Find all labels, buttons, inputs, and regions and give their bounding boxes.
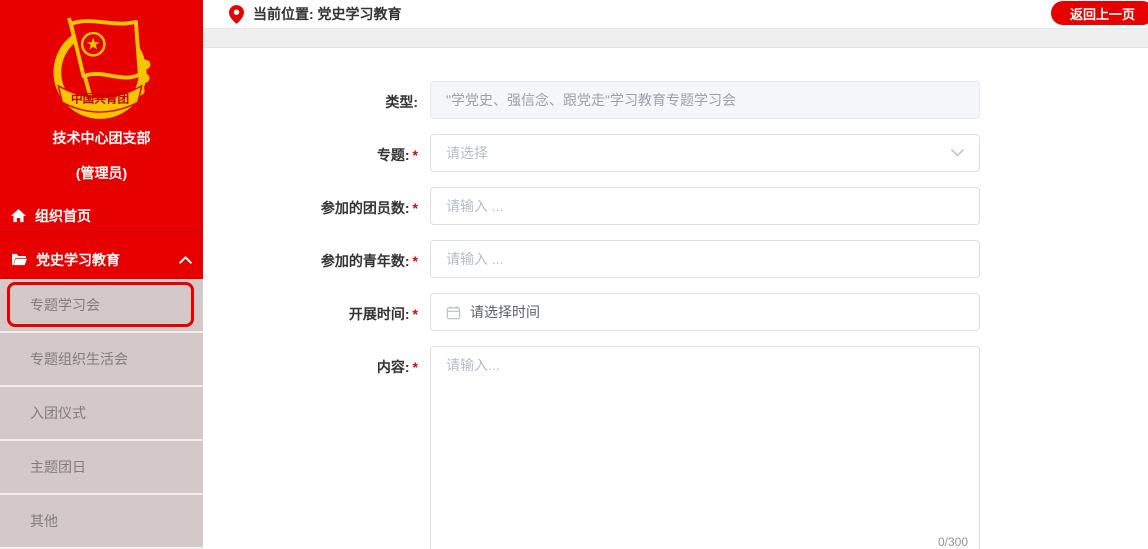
field-label: 内容:* bbox=[203, 346, 430, 377]
submenu-item-topic-study-meeting[interactable]: 专题学习会 bbox=[0, 279, 203, 333]
org-role: (管理员) bbox=[0, 163, 203, 183]
submenu-item-org-life-meeting[interactable]: 专题组织生活会 bbox=[0, 333, 203, 387]
league-emblem-logo: ★ 中国共青团 bbox=[0, 12, 203, 122]
youth-count-input[interactable] bbox=[430, 240, 980, 278]
sidebar-item-org-home[interactable]: 组织首页 bbox=[0, 201, 203, 231]
chevron-up-icon[interactable] bbox=[179, 256, 192, 264]
back-button[interactable]: 返回上一页 bbox=[1051, 1, 1148, 25]
required-marker: * bbox=[413, 200, 418, 216]
field-label: 类型: bbox=[203, 81, 430, 112]
content-textarea[interactable] bbox=[430, 346, 980, 549]
calendar-icon bbox=[446, 305, 461, 320]
submenu-item-joining-ceremony[interactable]: 入团仪式 bbox=[0, 387, 203, 441]
submenu-item-theme-league-day[interactable]: 主题团日 bbox=[0, 441, 203, 495]
form-row-content: 内容:* 0/300 bbox=[203, 346, 1148, 549]
required-marker: * bbox=[413, 306, 418, 322]
field-label: 开展时间:* bbox=[203, 293, 430, 324]
sidebar-item-label: 组织首页 bbox=[35, 206, 91, 226]
form-row-topic: 专题:* 请选择 bbox=[203, 134, 1148, 172]
emblem-banner-text: 中国共青团 bbox=[70, 91, 128, 105]
secondary-bar bbox=[203, 29, 1148, 48]
date-placeholder: 请选择时间 bbox=[470, 302, 540, 322]
main-area: 当前位置: 党史学习教育 返回上一页 类型: 专题:* 请选择 bbox=[203, 0, 1148, 549]
home-icon bbox=[11, 209, 26, 223]
required-marker: * bbox=[413, 253, 418, 269]
org-name: 技术中心团支部 bbox=[0, 128, 203, 148]
form-row-youth-count: 参加的青年数:* bbox=[203, 240, 1148, 278]
member-count-input[interactable] bbox=[430, 187, 980, 225]
sidebar-group-label: 党史学习教育 bbox=[36, 250, 120, 270]
folder-open-icon bbox=[11, 253, 27, 266]
field-label: 参加的青年数:* bbox=[203, 240, 430, 271]
char-counter: 0/300 bbox=[938, 536, 968, 548]
submenu-item-label: 其他 bbox=[30, 511, 58, 531]
submenu-item-label: 专题学习会 bbox=[30, 295, 100, 315]
field-label: 参加的团员数:* bbox=[203, 187, 430, 218]
svg-text:★: ★ bbox=[85, 36, 100, 54]
submenu-item-other[interactable]: 其他 bbox=[0, 495, 203, 549]
required-marker: * bbox=[413, 359, 418, 375]
submenu-item-label: 入团仪式 bbox=[30, 403, 86, 423]
submenu-item-label: 专题组织生活会 bbox=[30, 349, 128, 369]
select-placeholder: 请选择 bbox=[446, 143, 488, 163]
submenu-party-history: 专题学习会 专题组织生活会 入团仪式 主题团日 其他 bbox=[0, 279, 203, 549]
form-row-member-count: 参加的团员数:* bbox=[203, 187, 1148, 225]
location-pin-icon bbox=[229, 5, 244, 24]
submenu-item-label: 主题团日 bbox=[30, 457, 86, 477]
required-marker: * bbox=[413, 147, 418, 163]
topic-select[interactable]: 请选择 bbox=[430, 134, 980, 172]
topbar: 当前位置: 党史学习教育 返回上一页 bbox=[203, 0, 1148, 29]
form-content: 类型: 专题:* 请选择 参加的团员数:* bbox=[203, 48, 1148, 549]
sidebar: ★ 中国共青团 技术中心团支部 (管理员) 组织首页 党史学习教育 专题学习会 … bbox=[0, 0, 203, 549]
sidebar-group-party-history-education[interactable]: 党史学习教育 bbox=[0, 240, 203, 279]
breadcrumb: 当前位置: 党史学习教育 bbox=[253, 4, 402, 24]
field-label: 专题:* bbox=[203, 134, 430, 165]
chevron-down-icon bbox=[951, 149, 964, 157]
date-picker[interactable]: 请选择时间 bbox=[430, 293, 980, 331]
type-field bbox=[430, 81, 980, 119]
form-row-start-time: 开展时间:* 请选择时间 bbox=[203, 293, 1148, 331]
form-row-type: 类型: bbox=[203, 81, 1148, 119]
